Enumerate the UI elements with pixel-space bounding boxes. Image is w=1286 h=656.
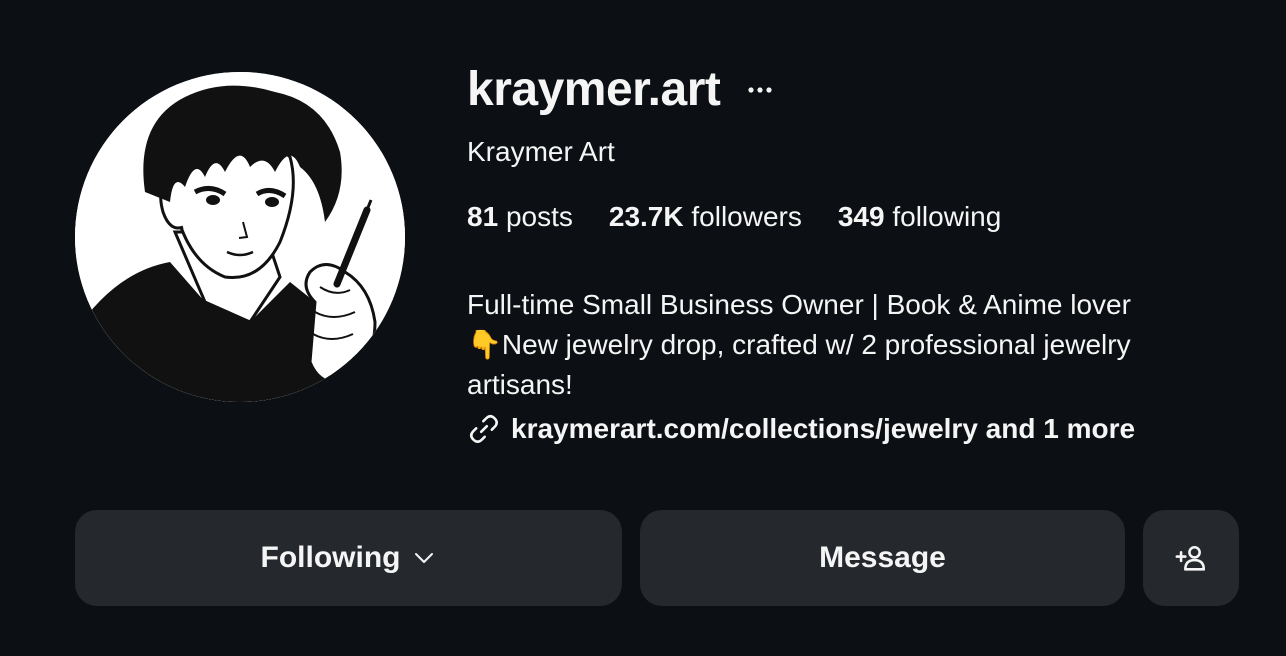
message-button-label: Message	[819, 541, 946, 574]
stat-followers[interactable]: 23.7K followers	[609, 201, 802, 233]
ellipsis-icon	[748, 86, 772, 93]
stat-posts[interactable]: 81 posts	[467, 201, 573, 233]
profile-full-name: Kraymer Art	[467, 136, 615, 167]
bio-line: artisans!	[467, 369, 573, 400]
bio-line: 👇New jewelry drop, crafted w/ 2 professi…	[467, 329, 1131, 360]
following-button-label: Following	[260, 541, 401, 574]
stat-following-count: 349	[837, 201, 885, 232]
profile-link-text: kraymerart.com/collections/jewelry and 1…	[511, 413, 1136, 444]
stat-posts-label: posts	[505, 201, 573, 232]
profile-link[interactable]: kraymerart.com/collections/jewelry and 1…	[467, 412, 1135, 446]
bio-line: Full-time Small Business Owner | Book & …	[467, 289, 1131, 320]
stat-following-label: following	[892, 201, 1002, 232]
link-icon	[469, 414, 499, 444]
following-button[interactable]: Following	[75, 510, 622, 606]
stat-posts-count: 81	[467, 201, 499, 232]
chevron-down-icon	[415, 553, 434, 563]
profile-username: kraymer.art	[467, 63, 721, 116]
more-options-button[interactable]	[746, 76, 774, 104]
add-user-icon	[1175, 545, 1206, 571]
profile-bio: Full-time Small Business Owner | Book & …	[467, 285, 1257, 405]
message-button[interactable]: Message	[640, 510, 1125, 606]
stat-following[interactable]: 349 following	[838, 201, 1001, 233]
profile-stats: 81 posts 23.7K followers 349 following	[467, 201, 1037, 233]
profile-avatar[interactable]	[75, 72, 405, 402]
stat-followers-label: followers	[691, 201, 802, 232]
avatar-illustration	[75, 72, 405, 402]
add-user-button[interactable]	[1143, 510, 1239, 606]
stat-followers-count: 23.7K	[608, 201, 684, 232]
